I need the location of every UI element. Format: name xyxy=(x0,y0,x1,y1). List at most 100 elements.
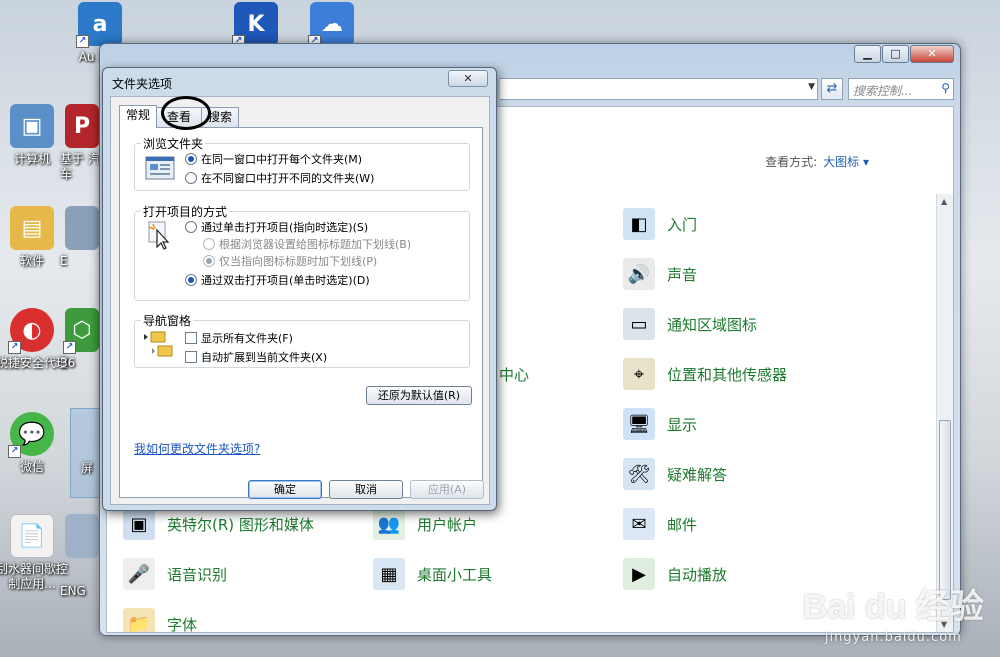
close-button[interactable]: ✕ xyxy=(910,45,954,63)
intel-graphics-icon: ▣ xyxy=(123,508,155,540)
shield-icon: ⬡ ↗ xyxy=(63,308,99,354)
desktop-icon-computer[interactable]: ▣ 计算机 xyxy=(0,104,68,167)
cp-item-user-accounts[interactable]: 👥 用户帐户 xyxy=(373,508,477,540)
cp-item-partial-center[interactable]: 中心 xyxy=(499,358,529,390)
cp-item-mail[interactable]: ✉ 邮件 xyxy=(623,508,697,540)
ok-button[interactable]: 确定 xyxy=(248,480,322,499)
shortcut-arrow-icon: ↗ xyxy=(8,445,21,458)
cp-item-autoplay[interactable]: ▶ 自动播放 xyxy=(623,558,727,590)
cp-item-label: 字体 xyxy=(167,615,198,633)
shortcut-arrow-icon: ↗ xyxy=(8,341,21,354)
desktop-icon-label: 36 xyxy=(60,356,76,370)
option-label: 自动扩展到当前文件夹(X) xyxy=(201,351,328,364)
cp-item-label: 声音 xyxy=(667,265,698,284)
radio-selected-icon xyxy=(185,274,197,286)
cp-item-label: 自动播放 xyxy=(667,565,728,584)
cp-item-fonts[interactable]: 📁 字体 xyxy=(123,608,198,633)
option-label: 根据浏览器设置给图标标题加下划线(B) xyxy=(219,238,412,251)
tab-view[interactable]: 查看 xyxy=(156,107,203,127)
cp-item-label: 邮件 xyxy=(667,515,698,534)
view-by: 查看方式: 大图标 ▾ xyxy=(765,153,869,170)
restore-defaults-button[interactable]: 还原为默认值(R) xyxy=(366,386,472,405)
scrollbar-thumb[interactable] xyxy=(939,420,951,600)
desktop-icon-360[interactable]: ⬡ ↗ 36 xyxy=(60,308,104,371)
mail-icon: ✉ xyxy=(623,508,655,540)
ruijie-icon: ◐ ↗ xyxy=(8,308,54,354)
fonts-folder-icon: 📁 xyxy=(123,608,155,632)
gadgets-icon: ▦ xyxy=(373,558,405,590)
cp-item-intel-graphics[interactable]: ▣ 英特尔(R) 图形和媒体 xyxy=(123,508,314,540)
tab-general[interactable]: 常规 xyxy=(119,105,158,128)
desktop-icon-software-folder[interactable]: ▤ 软件 xyxy=(0,206,68,269)
browse-folders-icon xyxy=(145,156,175,180)
desktop-icon-label: 基于 汽车 xyxy=(60,152,100,181)
search-input[interactable]: 搜索控制... ⚲ xyxy=(848,78,954,100)
computer-icon: ▣ xyxy=(10,104,54,148)
tab-strip: 常规 查看 搜索 xyxy=(119,105,240,128)
cloud-icon: ☁ ↗ xyxy=(308,2,354,48)
cp-item-desktop-gadgets[interactable]: ▦ 桌面小工具 xyxy=(373,558,492,590)
folder-icon: ▤ xyxy=(10,206,54,250)
baidu-jingyan-watermark: Bai du 经验 jingyan.baidu.com xyxy=(803,579,984,645)
cp-item-troubleshooting[interactable]: 🛠 疑难解答 xyxy=(623,458,727,490)
cp-item-label: 英特尔(R) 图形和媒体 xyxy=(167,515,314,534)
user-accounts-icon: 👥 xyxy=(373,508,405,540)
radio-icon xyxy=(185,172,197,184)
single-click-radio[interactable]: 通过单击打开项目(指向时选定)(S) xyxy=(185,219,368,235)
app-icon xyxy=(65,514,99,558)
double-click-radio[interactable]: 通过双击打开项目(单击时选定)(D) xyxy=(185,272,370,288)
general-tab-panel: 浏览文件夹 在同一窗口中打开每个文件夹(M) 在不同窗口中打开不同的文件夹(W) xyxy=(119,127,483,498)
cp-item-label: 入门 xyxy=(667,215,698,234)
wechat-icon: 💬 ↗ xyxy=(8,412,54,458)
desktop-icon-e-app[interactable]: E xyxy=(60,206,104,269)
desktop-icon-ruijie-security[interactable]: ◐ ↗ 锐捷安全代理 xyxy=(0,308,68,371)
cp-item-notification-icons[interactable]: ▭ 通知区域图标 xyxy=(623,308,757,340)
option-label: 在不同窗口中打开不同的文件夹(W) xyxy=(201,172,375,185)
maximize-button[interactable]: □ xyxy=(882,45,909,63)
vertical-scrollbar[interactable]: ▲ ▼ xyxy=(936,194,953,632)
help-link[interactable]: 我如何更改文件夹选项? xyxy=(134,440,260,457)
cp-item-sound[interactable]: 🔊 声音 xyxy=(623,258,697,290)
cp-item-speech-recognition[interactable]: 🎤 语音识别 xyxy=(123,558,227,590)
refresh-button[interactable]: ⇄ xyxy=(821,78,843,100)
scroll-up-arrow-icon[interactable]: ▲ xyxy=(941,197,947,206)
desktop-icon-wechat[interactable]: 💬 ↗ 微信 xyxy=(0,412,68,475)
search-icon[interactable]: ⚲ xyxy=(941,81,950,95)
desktop-icon-label: ENG xyxy=(60,584,86,598)
cp-item-location-sensors[interactable]: ⌖ 位置和其他传感器 xyxy=(623,358,787,390)
desktop-icon-label: 软件 xyxy=(19,254,44,268)
cp-item-label: 疑难解答 xyxy=(667,465,728,484)
cp-item-getting-started[interactable]: ◧ 入门 xyxy=(623,208,697,240)
desktop-icon-wiper-doc[interactable]: 📄 刮水器间歇控制应用... xyxy=(0,514,68,592)
address-bar[interactable]: ▼ xyxy=(500,78,818,100)
dialog-close-button[interactable]: ✕ xyxy=(448,70,488,87)
app-icon xyxy=(65,206,99,250)
getting-started-icon: ◧ xyxy=(623,208,655,240)
show-all-folders-checkbox[interactable]: 显示所有文件夹(F) xyxy=(185,330,293,346)
open-new-window-radio[interactable]: 在不同窗口中打开不同的文件夹(W) xyxy=(185,170,374,186)
desktop-icon-eng[interactable]: ENG xyxy=(60,514,104,599)
desktop-icon-label: 微信 xyxy=(19,460,44,474)
option-label: 通过双击打开项目(单击时选定)(D) xyxy=(201,274,370,287)
desktop-icon-label: E xyxy=(60,254,68,268)
minimize-button[interactable]: ▁ xyxy=(854,45,881,63)
cp-item-display[interactable]: 🖥 显示 xyxy=(623,408,697,440)
open-same-window-radio[interactable]: 在同一窗口中打开每个文件夹(M) xyxy=(185,151,362,167)
underline-point-radio: 仅当指向图标标题时加下划线(P) xyxy=(203,253,377,269)
chevron-down-icon[interactable]: ▼ xyxy=(808,82,815,92)
close-icon: ✕ xyxy=(463,72,473,85)
k-app-icon: K ↗ xyxy=(232,2,278,48)
group-title: 打开项目的方式 xyxy=(141,203,230,220)
click-items-group: 打开项目的方式 通过单击打开项目(指向时选定)(S) 根据浏览器设置给图标标题加… xyxy=(134,203,470,301)
speaker-icon: 🔊 xyxy=(623,258,655,290)
view-by-dropdown[interactable]: 大图标 ▾ xyxy=(823,155,869,169)
tab-search[interactable]: 搜索 xyxy=(201,107,240,127)
auto-expand-checkbox[interactable]: 自动扩展到当前文件夹(X) xyxy=(185,349,327,365)
apply-button[interactable]: 应用(A) xyxy=(410,480,484,499)
desktop-icon-pdf-doc[interactable]: P 基于 汽车 xyxy=(60,104,104,182)
cancel-button[interactable]: 取消 xyxy=(329,480,403,499)
radio-icon xyxy=(185,221,197,233)
cp-item-label: 通知区域图标 xyxy=(667,315,758,334)
cp-item-label: 位置和其他传感器 xyxy=(667,365,788,384)
desktop-icon-label: 锐捷安全代理 xyxy=(0,356,69,370)
